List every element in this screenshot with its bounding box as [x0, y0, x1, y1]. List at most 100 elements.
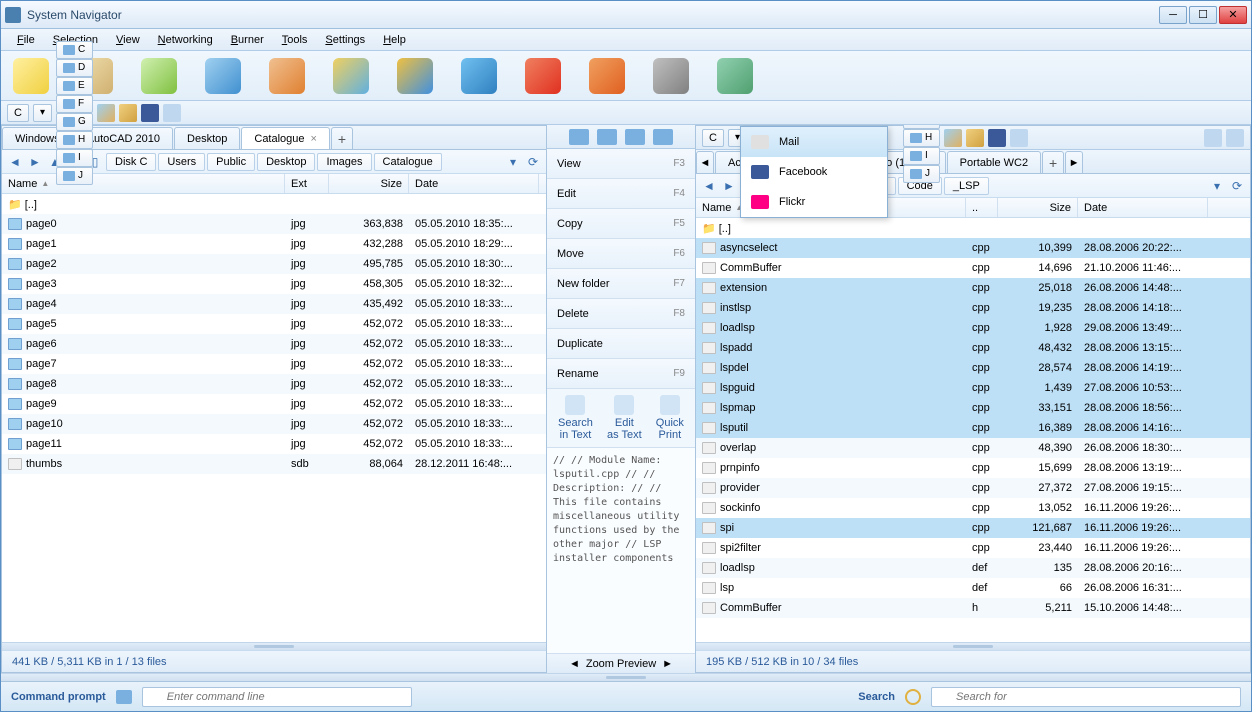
fwd-button[interactable]: ► [26, 153, 44, 171]
file-row[interactable]: extensioncpp25,01826.08.2006 14:48:... [696, 278, 1250, 298]
action-new-folder[interactable]: New folderF7 [547, 269, 695, 299]
grid2-icon[interactable] [1226, 129, 1244, 147]
crumb-users[interactable]: Users [158, 153, 205, 171]
back-button[interactable]: ◄ [6, 153, 24, 171]
tab-add[interactable]: + [1042, 151, 1064, 173]
file-row[interactable]: lspaddcpp48,43228.08.2006 13:15:... [696, 338, 1250, 358]
menu-networking[interactable]: Networking [150, 31, 221, 49]
file-row[interactable]: page11jpg452,07205.05.2010 18:33:... [2, 434, 546, 454]
file-row[interactable]: providercpp27,37227.08.2006 19:15:... [696, 478, 1250, 498]
tab-add[interactable]: + [331, 127, 353, 149]
history-button-r[interactable]: ▾ [1208, 177, 1226, 195]
file-row[interactable]: page9jpg452,07205.05.2010 18:33:... [2, 394, 546, 414]
globe-icon[interactable] [333, 58, 369, 94]
minimize-button[interactable]: ─ [1159, 6, 1187, 24]
share-facebook[interactable]: Facebook [741, 157, 887, 187]
drive-h[interactable]: H [903, 129, 940, 147]
file-row[interactable]: asyncselectcpp10,39928.08.2006 20:22:... [696, 238, 1250, 258]
drive-dropdown[interactable]: ▾ [33, 104, 52, 122]
zoom-preview[interactable]: ◄Zoom Preview► [547, 653, 695, 673]
file-row[interactable]: prnpinfocpp15,69928.08.2006 13:19:... [696, 458, 1250, 478]
col-ext[interactable]: Ext [285, 174, 329, 193]
file-row[interactable]: CommBufferh5,21115.10.2006 14:48:... [696, 598, 1250, 618]
fwd-button-r[interactable]: ► [720, 177, 738, 195]
file-row[interactable]: page1jpg432,28805.05.2010 18:29:... [2, 234, 546, 254]
users-icon[interactable] [717, 58, 753, 94]
file-row[interactable]: lspmapcpp33,15128.08.2006 18:56:... [696, 398, 1250, 418]
file-row[interactable]: instlspcpp19,23528.08.2006 14:18:... [696, 298, 1250, 318]
history-button[interactable]: ▾ [504, 153, 522, 171]
menu-tools[interactable]: Tools [274, 31, 316, 49]
file-row[interactable]: page5jpg452,07205.05.2010 18:33:... [2, 314, 546, 334]
fb-icon[interactable] [141, 104, 159, 122]
menu-settings[interactable]: Settings [317, 31, 373, 49]
fb-icon-r[interactable] [988, 129, 1006, 147]
file-row[interactable]: spicpp121,68716.11.2006 19:26:... [696, 518, 1250, 538]
tab-portable-wc2[interactable]: Portable WC2 [947, 151, 1041, 173]
file-row[interactable]: page3jpg458,30505.05.2010 18:32:... [2, 274, 546, 294]
file-row[interactable]: page0jpg363,83805.05.2010 18:35:... [2, 214, 546, 234]
left-filelist[interactable]: 📁 [..]page0jpg363,83805.05.2010 18:35:..… [2, 194, 546, 642]
disc-icon[interactable] [589, 58, 625, 94]
file-row[interactable]: lsputilcpp16,38928.08.2006 14:16:... [696, 418, 1250, 438]
drive-c[interactable]: C [56, 41, 93, 59]
file-row[interactable]: page6jpg452,07205.05.2010 18:33:... [2, 334, 546, 354]
drive-c-right[interactable]: C [702, 129, 724, 147]
command-input[interactable] [142, 687, 412, 707]
more-icon[interactable] [163, 104, 181, 122]
right-filelist[interactable]: 📁 [..]asyncselectcpp10,39928.08.2006 20:… [696, 218, 1250, 642]
crumb-_lsp[interactable]: _LSP [944, 177, 989, 195]
action-copy[interactable]: CopyF5 [547, 209, 695, 239]
export-icon[interactable] [269, 58, 305, 94]
file-row[interactable]: lspdef6626.08.2006 16:31:... [696, 578, 1250, 598]
right-grip[interactable] [696, 642, 1250, 650]
file-row[interactable]: spi2filtercpp23,44016.11.2006 19:26:... [696, 538, 1250, 558]
menu-file[interactable]: File [9, 31, 43, 49]
file-row[interactable]: thumbssdb88,06428.12.2011 16:48:... [2, 454, 546, 474]
action-delete[interactable]: DeleteF8 [547, 299, 695, 329]
search-input[interactable] [931, 687, 1241, 707]
file-row[interactable]: page7jpg452,07205.05.2010 18:33:... [2, 354, 546, 374]
tool-search-in-text[interactable]: Searchin Text [558, 395, 593, 441]
file-row[interactable]: overlapcpp48,39026.08.2006 18:30:... [696, 438, 1250, 458]
sync-icon-2[interactable] [597, 129, 617, 145]
crumb-desktop[interactable]: Desktop [257, 153, 315, 171]
tab-scroll-left[interactable]: ◄ [696, 151, 714, 173]
drive-e[interactable]: E [56, 77, 93, 95]
drive-i[interactable]: I [903, 147, 940, 165]
action-move[interactable]: MoveF6 [547, 239, 695, 269]
crumb-public[interactable]: Public [207, 153, 255, 171]
refresh-icon[interactable] [397, 58, 433, 94]
share-flickr[interactable]: Flickr [741, 187, 887, 217]
file-row[interactable]: page10jpg452,07205.05.2010 18:33:... [2, 414, 546, 434]
bottom-grip[interactable] [1, 673, 1251, 681]
crumb-images[interactable]: Images [317, 153, 371, 171]
share-mail[interactable]: Mail [741, 127, 887, 157]
home-icon-r[interactable] [966, 129, 984, 147]
file-row[interactable]: lspguidcpp1,43927.08.2006 10:53:... [696, 378, 1250, 398]
monitor-icon[interactable] [461, 58, 497, 94]
action-rename[interactable]: RenameF9 [547, 359, 695, 389]
search-icon[interactable] [205, 58, 241, 94]
col-size[interactable]: Size [998, 198, 1078, 217]
drive-g[interactable]: G [56, 113, 93, 131]
file-row[interactable]: loadlspdef13528.08.2006 20:16:... [696, 558, 1250, 578]
drive-j[interactable]: J [903, 165, 940, 183]
crumb-disk-c[interactable]: Disk C [106, 153, 156, 171]
grid-icon[interactable] [1204, 129, 1222, 147]
camera-icon[interactable] [653, 58, 689, 94]
maximize-button[interactable]: ☐ [1189, 6, 1217, 24]
home-icon[interactable] [119, 104, 137, 122]
menu-view[interactable]: View [108, 31, 148, 49]
back-button-r[interactable]: ◄ [700, 177, 718, 195]
file-row[interactable]: loadlspcpp1,92829.08.2006 13:49:... [696, 318, 1250, 338]
tab-desktop[interactable]: Desktop [174, 127, 240, 149]
action-view[interactable]: ViewF3 [547, 149, 695, 179]
sync-icon-1[interactable] [569, 129, 589, 145]
tab-scroll-right[interactable]: ► [1065, 151, 1083, 173]
menu-help[interactable]: Help [375, 31, 414, 49]
col-..[interactable]: .. [966, 198, 998, 217]
sync-icon-3[interactable] [625, 129, 645, 145]
file-row[interactable]: sockinfocpp13,05216.11.2006 19:26:... [696, 498, 1250, 518]
col-date[interactable]: Date [1078, 198, 1208, 217]
